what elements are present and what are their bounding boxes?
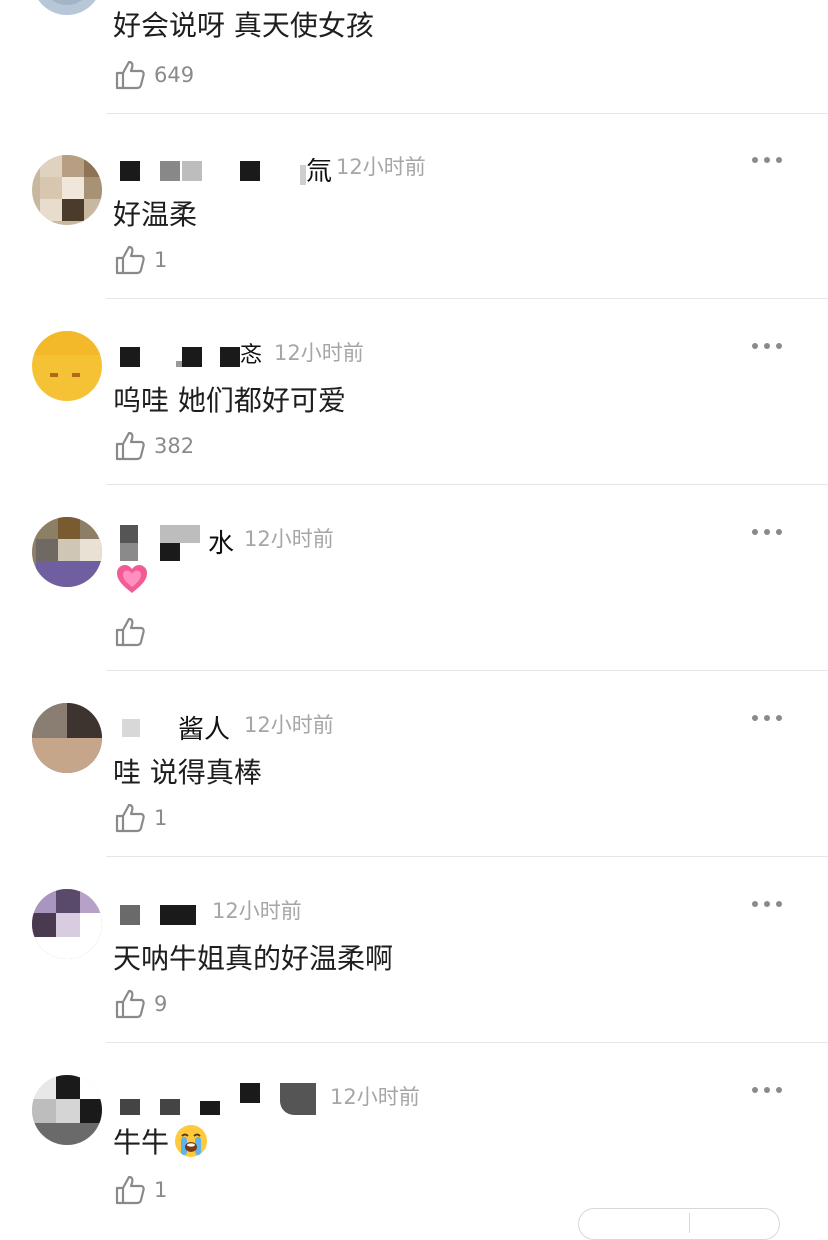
like-button[interactable]: 9 (114, 987, 167, 1021)
comment-text: 呜哇 她们都好可爱 (113, 384, 346, 417)
thumbs-up-icon (114, 802, 146, 834)
timestamp: 12小时前 (336, 155, 426, 179)
growing-heart-icon (114, 561, 150, 597)
comment-text: 好温柔 (113, 198, 198, 231)
username[interactable]: 酱人 12小时前 (116, 711, 356, 745)
more-options-button[interactable] (752, 714, 782, 722)
thumbs-up-icon (114, 988, 146, 1020)
avatar[interactable] (32, 889, 102, 959)
like-button[interactable]: 649 (114, 58, 194, 92)
avatar[interactable] (32, 0, 102, 15)
more-options-button[interactable] (752, 528, 782, 536)
more-dots-icon (752, 157, 758, 163)
like-button[interactable]: 1 (114, 801, 167, 835)
username[interactable]: 氚 12小时前 (116, 153, 436, 187)
comment-text: 天呐牛姐真的好温柔啊 (113, 942, 394, 975)
divider (106, 484, 828, 485)
like-count: 1 (154, 248, 168, 272)
more-dots-icon (752, 343, 758, 349)
username[interactable]: 12小时前 (116, 897, 336, 927)
like-count: 1 (154, 806, 168, 830)
more-options-button[interactable] (752, 1086, 782, 1094)
more-dots-icon (752, 1087, 758, 1093)
thumbs-up-icon (114, 616, 146, 648)
divider (106, 670, 828, 671)
floating-action-bar[interactable] (578, 1208, 780, 1240)
thumbs-up-icon (114, 430, 146, 462)
comment-text: 好会说呀 真天使女孩 (113, 9, 374, 42)
avatar[interactable] (32, 517, 102, 587)
like-button[interactable]: 382 (114, 429, 194, 463)
timestamp: 12小时前 (212, 899, 302, 923)
divider (106, 113, 828, 114)
username[interactable]: 水 12小时前 (116, 525, 356, 561)
username-tail: 酱人 (178, 715, 231, 745)
like-button[interactable] (114, 615, 154, 649)
divider (106, 856, 828, 857)
avatar[interactable] (32, 1075, 102, 1145)
thumbs-up-icon (114, 59, 146, 91)
like-count: 382 (154, 434, 195, 458)
like-count: 9 (154, 992, 168, 1016)
loudly-crying-face-icon (173, 1123, 209, 1159)
like-button[interactable]: 1 (114, 1173, 167, 1207)
username-tail: 忞 (240, 343, 263, 368)
divider (106, 298, 828, 299)
comment-text: 哇 说得真棒 (113, 756, 262, 789)
username[interactable]: 12小时前 (116, 1083, 436, 1115)
more-options-button[interactable] (752, 342, 782, 350)
divider (106, 1042, 828, 1043)
divider (689, 1213, 690, 1233)
more-options-button[interactable] (752, 156, 782, 164)
more-dots-icon (752, 715, 758, 721)
thumbs-up-icon (114, 244, 146, 276)
like-count: 649 (154, 63, 195, 87)
like-button[interactable]: 1 (114, 243, 167, 277)
username[interactable]: 忞 12小时前 (116, 339, 416, 369)
timestamp: 12小时前 (330, 1085, 420, 1109)
thumbs-up-icon (114, 1174, 146, 1206)
comment-emoji (114, 561, 150, 597)
avatar[interactable] (32, 703, 102, 773)
comment-text-body: 牛牛 (113, 1126, 170, 1159)
like-count: 1 (154, 1178, 168, 1202)
timestamp: 12小时前 (274, 341, 364, 365)
avatar[interactable] (32, 331, 102, 401)
more-dots-icon (752, 529, 758, 535)
comment-text: 牛牛 (113, 1121, 209, 1161)
more-options-button[interactable] (752, 900, 782, 908)
timestamp: 12小时前 (244, 527, 334, 551)
avatar[interactable] (32, 155, 102, 225)
username-tail: 氚 (306, 157, 333, 187)
more-dots-icon (752, 901, 758, 907)
username-tail: 水 (208, 529, 235, 559)
timestamp: 12小时前 (244, 713, 334, 737)
